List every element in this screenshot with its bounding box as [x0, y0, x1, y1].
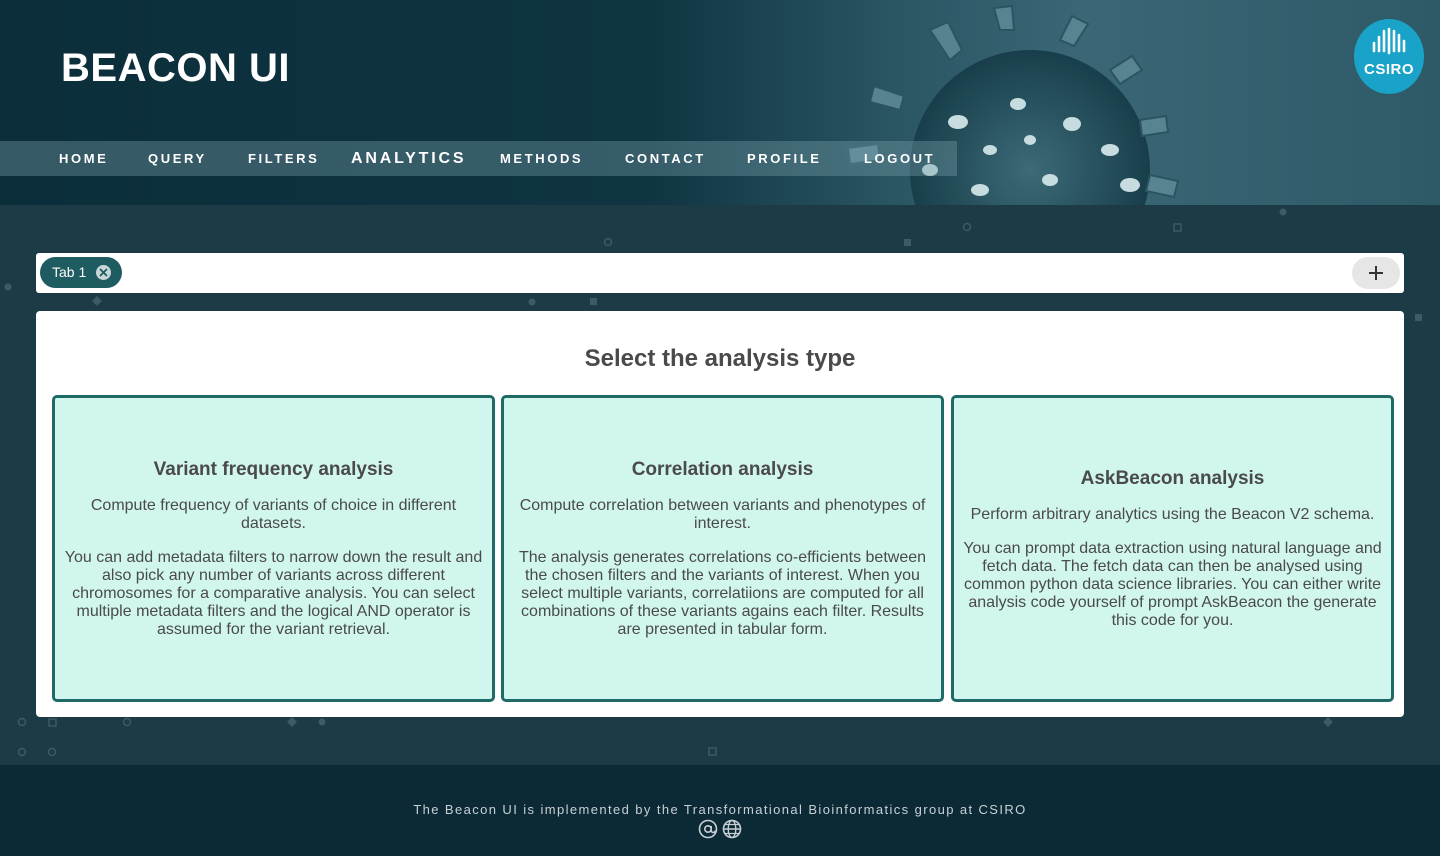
card-title: AskBeacon analysis	[1080, 467, 1265, 489]
close-circle-icon[interactable]	[96, 265, 111, 280]
panel-title: Select the analysis type	[584, 345, 856, 372]
footer-credit: The Beacon UI is implemented by the Tran…	[413, 802, 1027, 817]
nav-query[interactable]: QUERY	[148, 141, 207, 176]
tab-label: Tab 1	[52, 264, 87, 280]
card-subtitle: Compute correlation between variants and…	[519, 496, 926, 532]
nav-analytics[interactable]: ANALYTICS	[351, 141, 466, 176]
plus-icon	[1369, 266, 1383, 280]
page-header: BEACON UI HOME QUERY FILTERS ANALYTICS M…	[0, 0, 1440, 205]
csiro-logo[interactable]: CSIRO	[1354, 19, 1424, 94]
logo-text: CSIRO	[1363, 61, 1414, 78]
tabs-bar: Tab 1	[36, 253, 1404, 293]
askbeacon-card[interactable]: AskBeacon analysis Perform arbitrary ana…	[951, 395, 1394, 702]
nav-profile[interactable]: PROFILE	[747, 141, 822, 176]
globe-icon[interactable]	[722, 819, 742, 839]
analysis-panel: Select the analysis type Variant frequen…	[36, 311, 1404, 717]
nav-methods[interactable]: METHODS	[500, 141, 583, 176]
card-description: The analysis generates correlations co-e…	[518, 548, 927, 638]
nav-logout[interactable]: LOGOUT	[864, 141, 935, 176]
nav-home[interactable]: HOME	[59, 141, 108, 176]
card-description: You can add metadata filters to narrow d…	[64, 548, 483, 638]
app-title[interactable]: BEACON UI	[61, 46, 290, 91]
nav-contact[interactable]: CONTACT	[625, 141, 706, 176]
at-sign-icon[interactable]	[698, 819, 718, 839]
add-tab-button[interactable]	[1352, 257, 1400, 289]
page-footer: The Beacon UI is implemented by the Tran…	[0, 765, 1440, 856]
card-title: Correlation analysis	[631, 458, 814, 480]
tab-1[interactable]: Tab 1	[40, 257, 122, 288]
variant-frequency-card[interactable]: Variant frequency analysis Compute frequ…	[52, 395, 495, 702]
correlation-card[interactable]: Correlation analysis Compute correlation…	[501, 395, 944, 702]
card-title: Variant frequency analysis	[153, 458, 394, 480]
card-subtitle: Compute frequency of variants of choice …	[90, 496, 457, 532]
main-nav: HOME QUERY FILTERS ANALYTICS METHODS CON…	[0, 141, 957, 176]
card-subtitle: Perform arbitrary analytics using the Be…	[970, 505, 1375, 523]
logo-bars-icon	[1372, 27, 1406, 55]
card-description: You can prompt data extraction using nat…	[963, 539, 1382, 629]
nav-filters[interactable]: FILTERS	[248, 141, 319, 176]
